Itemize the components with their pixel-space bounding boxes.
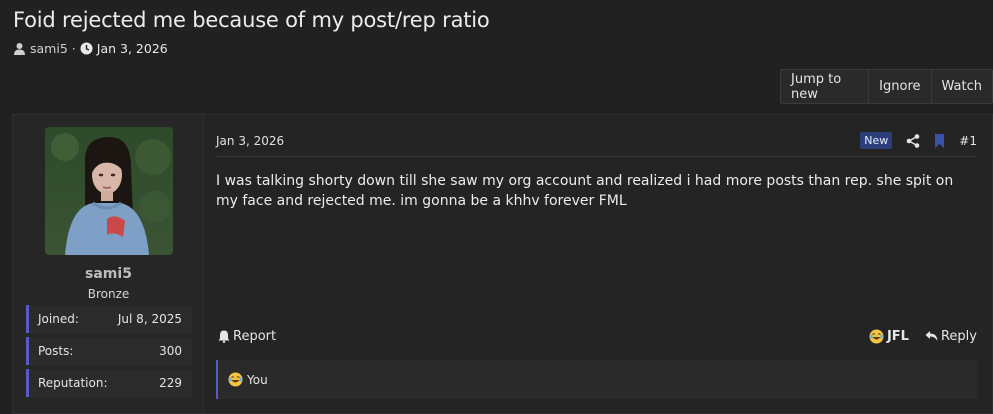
reply-label: Reply bbox=[940, 328, 977, 344]
reactions-bar[interactable]: You bbox=[216, 360, 977, 399]
stat-reputation: Reputation: 229 bbox=[26, 369, 192, 397]
post-header: Jan 3, 2026 New #1 bbox=[216, 125, 977, 157]
watch-button[interactable]: Watch bbox=[930, 70, 992, 103]
avatar[interactable] bbox=[45, 127, 173, 255]
stat-value: 229 bbox=[159, 376, 182, 390]
bell-icon bbox=[218, 330, 230, 343]
laughing-emoji-icon bbox=[228, 372, 243, 387]
post-actions-right: JFL Reply bbox=[869, 329, 977, 344]
report-link[interactable]: Report bbox=[218, 329, 276, 344]
clock-icon bbox=[80, 42, 93, 55]
new-badge: New bbox=[860, 132, 893, 149]
thread-date-link[interactable]: Jan 3, 2026 bbox=[97, 41, 168, 56]
report-label: Report bbox=[233, 328, 277, 344]
post-actions: Report JFL Reply bbox=[218, 326, 977, 346]
thread-actions: Jump to new Ignore Watch bbox=[780, 69, 993, 104]
thread-meta: sami5 · Jan 3, 2026 bbox=[13, 41, 168, 56]
reactions-users: You bbox=[247, 372, 268, 387]
post-number-link[interactable]: #1 bbox=[959, 134, 977, 148]
stat-posts: Posts: 300 bbox=[26, 337, 192, 365]
user-icon bbox=[13, 42, 26, 55]
laughing-emoji-icon bbox=[869, 329, 884, 344]
post-body: I was talking shorty down till she saw m… bbox=[216, 173, 954, 209]
jfl-reaction-button[interactable]: JFL bbox=[869, 329, 909, 344]
post: sami5 Bronze Joined: Jul 8, 2025 Posts: … bbox=[12, 114, 993, 414]
stat-label: Reputation: bbox=[38, 376, 108, 390]
stat-value: Jul 8, 2025 bbox=[117, 312, 182, 326]
reply-button[interactable]: Reply bbox=[925, 329, 977, 344]
username-link[interactable]: sami5 bbox=[13, 266, 204, 282]
user-title: Bronze bbox=[87, 287, 130, 301]
post-date-link[interactable]: Jan 3, 2026 bbox=[216, 134, 284, 148]
jfl-label: JFL bbox=[886, 328, 909, 344]
meta-separator: · bbox=[71, 41, 76, 56]
stat-joined: Joined: Jul 8, 2025 bbox=[26, 305, 192, 333]
reply-icon bbox=[925, 330, 938, 342]
ignore-button[interactable]: Ignore bbox=[868, 70, 930, 103]
share-icon[interactable] bbox=[906, 133, 920, 148]
stat-label: Posts: bbox=[38, 344, 74, 358]
post-header-actions: New #1 bbox=[860, 132, 977, 149]
stat-value[interactable]: 300 bbox=[159, 344, 182, 358]
post-main: Jan 3, 2026 New #1 I was talking shorty … bbox=[204, 115, 992, 413]
thread-title: Foid rejected me because of my post/rep … bbox=[13, 8, 490, 32]
user-cell: sami5 Bronze Joined: Jul 8, 2025 Posts: … bbox=[13, 115, 204, 413]
stat-label: Joined: bbox=[38, 312, 79, 326]
thread-author-link[interactable]: sami5 bbox=[30, 41, 68, 56]
bookmark-icon[interactable] bbox=[934, 133, 945, 148]
jump-to-new-button[interactable]: Jump to new bbox=[781, 70, 868, 103]
